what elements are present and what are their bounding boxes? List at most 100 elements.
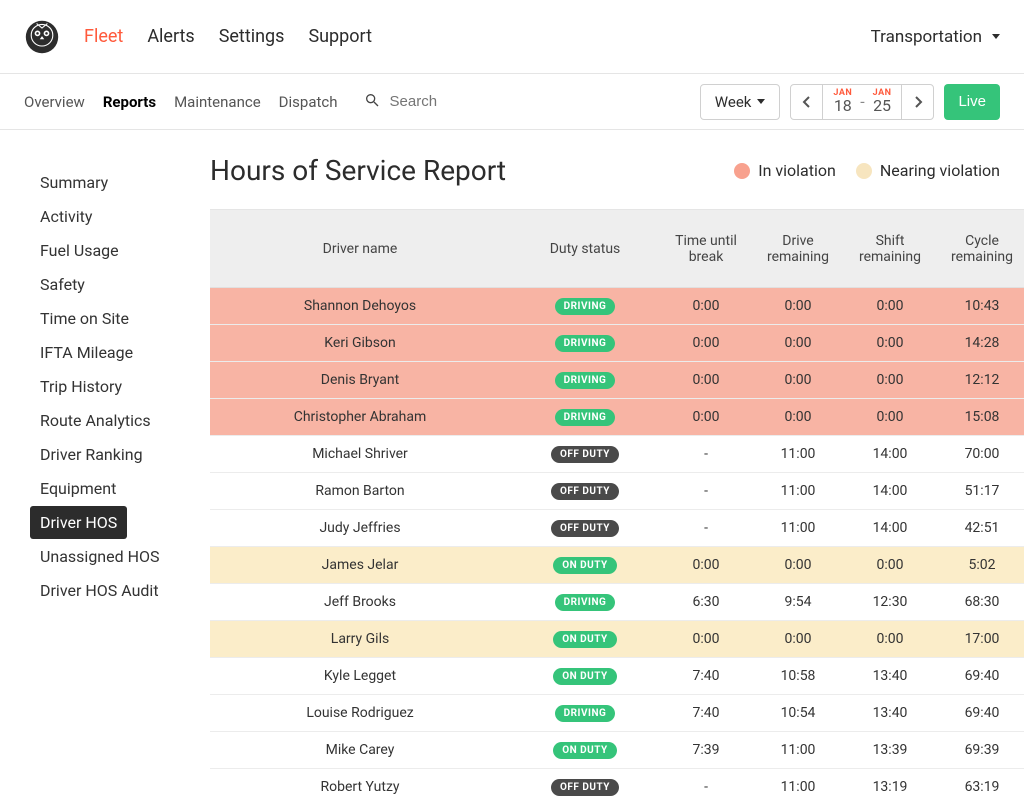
cell-driver-name: Ramon Barton	[210, 483, 510, 499]
date-to: JAN 25	[873, 89, 892, 114]
th-time-until-break[interactable]: Time until break	[660, 233, 752, 265]
sidebar: SummaryActivityFuel UsageSafetyTime on S…	[0, 130, 210, 800]
sidebar-item-unassigned-hos[interactable]: Unassigned HOS	[30, 540, 170, 573]
date-to-day: 25	[873, 98, 891, 114]
sidebar-item-ifta-mileage[interactable]: IFTA Mileage	[30, 336, 143, 369]
cell-duty-status: DRIVING	[510, 408, 660, 426]
org-dropdown[interactable]: Transportation	[871, 27, 1000, 47]
caret-down-icon	[757, 99, 765, 104]
table-row[interactable]: Robert YutzyOFF DUTY-11:0013:1963:19	[210, 769, 1024, 800]
cell-shift-remaining: 14:00	[844, 446, 936, 462]
cell-driver-name: Denis Bryant	[210, 372, 510, 388]
cell-duty-status: DRIVING	[510, 371, 660, 389]
cell-driver-name: Christopher Abraham	[210, 409, 510, 425]
table-row[interactable]: Larry GilsON DUTY0:000:000:0017:00	[210, 621, 1024, 658]
cell-shift-remaining: 13:40	[844, 668, 936, 684]
cell-cycle-remaining: 5:02	[936, 557, 1024, 573]
legend-violation-label: In violation	[758, 161, 836, 180]
table-row[interactable]: Judy JeffriesOFF DUTY-11:0014:0042:51	[210, 510, 1024, 547]
cell-drive-remaining: 10:58	[752, 668, 844, 684]
table-row[interactable]: Christopher AbrahamDRIVING0:000:000:0015…	[210, 399, 1024, 436]
date-dash: -	[860, 92, 864, 111]
mainnav-item-support[interactable]: Support	[308, 26, 372, 47]
subbar-right: Week JAN 18 - JAN 25 Live	[700, 84, 1000, 120]
cell-until-break: -	[660, 446, 752, 462]
table-row[interactable]: Michael ShriverOFF DUTY-11:0014:0070:00	[210, 436, 1024, 473]
th-cycle-remaining[interactable]: Cycle remaining	[936, 233, 1024, 265]
cell-until-break: -	[660, 520, 752, 536]
duty-status-pill: DRIVING	[555, 335, 616, 352]
period-selector[interactable]: Week	[700, 84, 781, 120]
table-row[interactable]: Louise RodriguezDRIVING7:4010:5413:4069:…	[210, 695, 1024, 732]
table-row[interactable]: Kyle LeggetON DUTY7:4010:5813:4069:40	[210, 658, 1024, 695]
sidebar-item-fuel-usage[interactable]: Fuel Usage	[30, 234, 129, 267]
table-row[interactable]: Mike CareyON DUTY7:3911:0013:3969:39	[210, 732, 1024, 769]
cell-shift-remaining: 13:39	[844, 742, 936, 758]
sidebar-item-summary[interactable]: Summary	[30, 166, 118, 199]
cell-duty-status: DRIVING	[510, 297, 660, 315]
cell-shift-remaining: 13:40	[844, 705, 936, 721]
live-button[interactable]: Live	[944, 84, 1000, 120]
th-duty-status[interactable]: Duty status	[510, 241, 660, 257]
cell-duty-status: DRIVING	[510, 704, 660, 722]
date-from: JAN 18	[833, 89, 852, 114]
cell-until-break: 7:40	[660, 668, 752, 684]
table-row[interactable]: Jeff BrooksDRIVING6:309:5412:3068:30	[210, 584, 1024, 621]
cell-drive-remaining: 0:00	[752, 372, 844, 388]
th-drive-remaining[interactable]: Drive remaining	[752, 233, 844, 265]
caret-down-icon	[992, 34, 1000, 39]
sidebar-item-equipment[interactable]: Equipment	[30, 472, 126, 505]
cell-driver-name: Kyle Legget	[210, 668, 510, 684]
cell-until-break: 0:00	[660, 557, 752, 573]
mainnav-item-fleet[interactable]: Fleet	[84, 26, 123, 47]
th-driver-name[interactable]: Driver name	[210, 241, 510, 257]
sidebar-item-safety[interactable]: Safety	[30, 268, 95, 301]
cell-duty-status: ON DUTY	[510, 741, 660, 759]
table-row[interactable]: Shannon DehoyosDRIVING0:000:000:0010:43	[210, 288, 1024, 325]
duty-status-pill: DRIVING	[555, 594, 616, 611]
cell-drive-remaining: 11:00	[752, 520, 844, 536]
sidebar-item-time-on-site[interactable]: Time on Site	[30, 302, 139, 335]
duty-status-pill: DRIVING	[555, 705, 616, 722]
date-next-button[interactable]	[901, 85, 933, 119]
content: Hours of Service Report In violation Nea…	[210, 130, 1024, 800]
cell-shift-remaining: 0:00	[844, 298, 936, 314]
date-prev-button[interactable]	[791, 85, 823, 119]
date-range-display[interactable]: JAN 18 - JAN 25	[823, 85, 901, 119]
legend-near-dot-icon	[856, 163, 872, 179]
cell-driver-name: Robert Yutzy	[210, 779, 510, 795]
subnav-item-maintenance[interactable]: Maintenance	[174, 93, 261, 111]
cell-until-break: 7:40	[660, 705, 752, 721]
table-row[interactable]: Ramon BartonOFF DUTY-11:0014:0051:17	[210, 473, 1024, 510]
table-row[interactable]: James JelarON DUTY0:000:000:005:02	[210, 547, 1024, 584]
sidebar-item-trip-history[interactable]: Trip History	[30, 370, 132, 403]
duty-status-pill: OFF DUTY	[551, 446, 619, 463]
sidebar-item-driver-ranking[interactable]: Driver Ranking	[30, 438, 153, 471]
subnav-item-overview[interactable]: Overview	[24, 93, 85, 111]
cell-cycle-remaining: 12:12	[936, 372, 1024, 388]
search-input[interactable]	[388, 92, 508, 111]
subbar-left: Overview Reports Maintenance Dispatch	[24, 92, 508, 112]
cell-drive-remaining: 11:00	[752, 742, 844, 758]
mainnav-item-settings[interactable]: Settings	[219, 26, 285, 47]
subnav-item-reports[interactable]: Reports	[103, 93, 156, 111]
mainnav-item-alerts[interactable]: Alerts	[147, 26, 194, 47]
sidebar-item-activity[interactable]: Activity	[30, 200, 102, 233]
date-from-day: 18	[834, 98, 852, 114]
duty-status-pill: DRIVING	[555, 372, 616, 389]
subnav-item-dispatch[interactable]: Dispatch	[279, 93, 338, 111]
cell-cycle-remaining: 17:00	[936, 631, 1024, 647]
table-row[interactable]: Keri GibsonDRIVING0:000:000:0014:28	[210, 325, 1024, 362]
cell-driver-name: Jeff Brooks	[210, 594, 510, 610]
topbar: Fleet Alerts Settings Support Transportatio…	[0, 0, 1024, 74]
sidebar-item-route-analytics[interactable]: Route Analytics	[30, 404, 161, 437]
table-row[interactable]: Denis BryantDRIVING0:000:000:0012:12	[210, 362, 1024, 399]
cell-shift-remaining: 0:00	[844, 557, 936, 573]
sidebar-item-driver-hos-audit[interactable]: Driver HOS Audit	[30, 574, 169, 607]
th-shift-remaining[interactable]: Shift remaining	[844, 233, 936, 265]
cell-shift-remaining: 0:00	[844, 409, 936, 425]
sub-nav: Overview Reports Maintenance Dispatch	[24, 93, 338, 111]
cell-until-break: 0:00	[660, 372, 752, 388]
sidebar-item-driver-hos[interactable]: Driver HOS	[30, 506, 127, 539]
cell-duty-status: OFF DUTY	[510, 482, 660, 500]
